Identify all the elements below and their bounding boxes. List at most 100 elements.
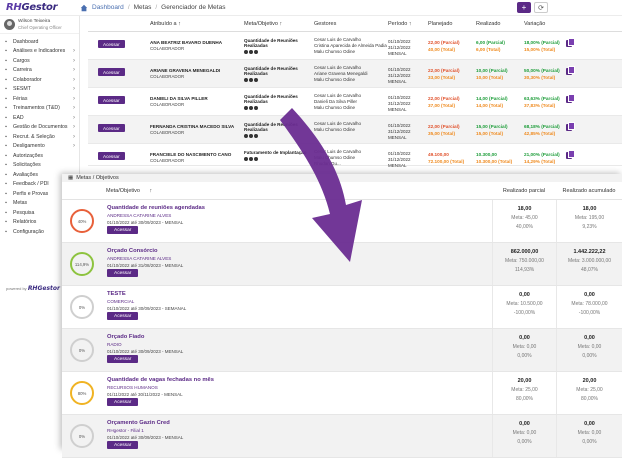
- period-value: MENSAL: [388, 163, 407, 168]
- cell-realized: 10,00 (Parcial) 10,00 (Total): [476, 60, 524, 81]
- cell-docs: [566, 88, 580, 105]
- breadcrumb-dashboard[interactable]: Dashboard: [92, 4, 124, 11]
- access-button[interactable]: Acessar: [98, 124, 125, 132]
- status-dots: [244, 133, 314, 138]
- chevron-right-icon: ›: [73, 105, 75, 112]
- sidebar-item-7[interactable]: ▪ Treinamentos (T&D) ›: [0, 104, 79, 114]
- sidebar-item-10[interactable]: ▪ Recrut. & Seleção ›: [0, 132, 79, 142]
- survey-icon: ▪: [5, 209, 7, 216]
- header-periodo[interactable]: Período ↑: [388, 21, 428, 27]
- partial-percent: 40,00%: [516, 224, 533, 230]
- cell-action: Acessar: [88, 88, 132, 104]
- access-button[interactable]: Acessar: [107, 312, 139, 320]
- refresh-button[interactable]: ⟳: [534, 2, 548, 13]
- documents-icon[interactable]: [566, 94, 575, 103]
- sort-arrow-icon[interactable]: ↑: [149, 188, 152, 194]
- cell-period: 01/10/2022 31/12/2022 MENSAL: [388, 88, 428, 113]
- sidebar-item-1[interactable]: ▪ Análises e Indicadores ›: [0, 47, 79, 57]
- sidebar-item-0[interactable]: ▪ Dashboard: [0, 37, 79, 47]
- variation-partial: 18,00% (Parcial): [524, 40, 560, 45]
- sidebar-item-13[interactable]: ▪ Solicitações: [0, 161, 79, 171]
- goal-title[interactable]: Orçado Consórcio: [107, 248, 492, 254]
- cell-goal: Quantidade de Reuniões Realizadas: [244, 60, 314, 82]
- sidebar-item-8[interactable]: ▪ EAD ›: [0, 113, 79, 123]
- goal-title[interactable]: Orçado Fiado: [107, 334, 492, 340]
- chevron-right-icon: ›: [73, 67, 75, 74]
- sidebar-item-9[interactable]: ▪ Gestão de Documentos ›: [0, 123, 79, 133]
- cell-period: 01/10/2022 31/12/2022 MENSAL: [388, 116, 428, 141]
- header-realizado[interactable]: Realizado: [476, 21, 524, 27]
- avatar[interactable]: [4, 19, 15, 30]
- panel-header-meta-label: Meta/Objetivo: [106, 187, 140, 194]
- assignee-name: DANIELI DA SILVA PILLER: [150, 96, 208, 101]
- goals-table: Atribuído a ↑ Meta/Objetivo ↑ Gestores P…: [88, 16, 622, 176]
- cell-variation: 21,00% (Parcial) 14,29% (Total): [524, 144, 566, 165]
- planned-total: 33,00 (Total): [428, 75, 456, 80]
- sidebar-item-12[interactable]: ▪ Autorizações: [0, 151, 79, 161]
- header-atribuido[interactable]: Atribuído a ↑: [132, 21, 244, 27]
- partial-result: 0,00 Meta: 0,00 0,00%: [492, 329, 556, 371]
- documents-icon[interactable]: [566, 38, 575, 47]
- sidebar-item-label: Férias: [13, 95, 28, 102]
- status-dots: [244, 77, 314, 82]
- access-button[interactable]: Acessar: [98, 152, 125, 160]
- table-row: Acessar ARIANE GRAVENA MENEGALDI COLABORAD…: [88, 60, 622, 88]
- sidebar-item-label: SESMT: [13, 86, 31, 93]
- access-button[interactable]: Acessar: [98, 68, 125, 76]
- access-button[interactable]: Acessar: [98, 96, 125, 104]
- panel-header-meta[interactable]: Meta/Objetivo ↑: [62, 188, 492, 194]
- cell-action: Acessar: [88, 60, 132, 76]
- access-button[interactable]: Acessar: [107, 355, 139, 363]
- goal-title[interactable]: Orçamento Gazin Cred: [107, 420, 492, 426]
- header-variacao[interactable]: Variação: [524, 21, 566, 27]
- documents-icon[interactable]: [566, 122, 575, 131]
- sidebar-item-6[interactable]: ▪ Férias ›: [0, 94, 79, 104]
- accumulated-value: 1.442.222,22: [573, 249, 606, 255]
- sort-arrow-icon[interactable]: ↑: [279, 21, 282, 27]
- sidebar-item-4[interactable]: ▪ Colaborador ›: [0, 75, 79, 85]
- breadcrumb-metas[interactable]: Metas: [134, 4, 152, 11]
- add-button[interactable]: +: [517, 2, 531, 13]
- goal-title[interactable]: TESTE: [107, 291, 492, 297]
- sidebar-item-label: Feedback / PDI: [13, 181, 49, 188]
- panel-header-accumulated[interactable]: Realizado acumulado: [556, 188, 622, 194]
- cell-planned: 49.100,00 72.100,00 (Total): [428, 144, 476, 165]
- access-button[interactable]: Acessar: [107, 269, 139, 277]
- access-button[interactable]: Acessar: [107, 398, 139, 406]
- panel-header-partial[interactable]: Realizado parcial: [492, 188, 556, 194]
- access-button[interactable]: Acessar: [98, 40, 125, 48]
- sidebar-item-5[interactable]: ▪ SESMT ›: [0, 85, 79, 95]
- partial-percent: 114,93%: [514, 267, 535, 273]
- cell-action: Acessar: [88, 32, 132, 48]
- accumulated-target: Meta: 78.000,00: [571, 301, 608, 307]
- partial-percent: 0,00%: [517, 353, 532, 359]
- variation-partial: 50,00% (Parcial): [524, 68, 560, 73]
- home-icon[interactable]: [80, 4, 88, 12]
- inbox-icon: ▪: [5, 162, 7, 169]
- header-planejado[interactable]: Planejado: [428, 21, 476, 27]
- user-profile[interactable]: Wilson Teixeira Chief Operating Officer: [0, 16, 79, 34]
- partial-target: Meta: 0,00: [512, 344, 537, 350]
- access-button[interactable]: Acessar: [107, 226, 139, 234]
- app-logo[interactable]: RHGestor: [0, 2, 80, 13]
- cell-variation: 68,18% (Parcial) 42,85% (Total): [524, 116, 566, 137]
- top-bar: RHGestor Dashboard / Metas / Gerenciador…: [0, 0, 622, 16]
- header-gestores[interactable]: Gestores: [314, 21, 388, 27]
- documents-icon[interactable]: [566, 66, 575, 75]
- accumulated-value: 18,00: [582, 206, 597, 212]
- sort-arrow-icon[interactable]: ↑: [409, 21, 412, 27]
- sidebar-item-11[interactable]: ▪ Desligamento ›: [0, 142, 79, 152]
- sidebar-item-3[interactable]: ▪ Carreira ›: [0, 66, 79, 76]
- goal-owner: RADIO: [107, 342, 122, 347]
- sort-arrow-icon[interactable]: ↑: [178, 21, 181, 27]
- header-meta[interactable]: Meta/Objetivo ↑: [244, 21, 314, 27]
- sidebar-item-label: Configuração: [13, 228, 44, 235]
- assignee-name: FRANCIELE DO NASCIMENTO CANO: [150, 152, 232, 157]
- documents-icon[interactable]: [566, 150, 575, 159]
- goal-title[interactable]: Quantidade de vagas fechadas no mês: [107, 377, 492, 383]
- access-button[interactable]: Acessar: [107, 441, 139, 449]
- accumulated-percent: 9,23%: [582, 224, 597, 230]
- goal-title[interactable]: Quantidade de reuniões agendadas: [107, 205, 492, 211]
- sidebar-item-2[interactable]: ▪ Cargos ›: [0, 56, 79, 66]
- status-dot-icon: [244, 77, 248, 82]
